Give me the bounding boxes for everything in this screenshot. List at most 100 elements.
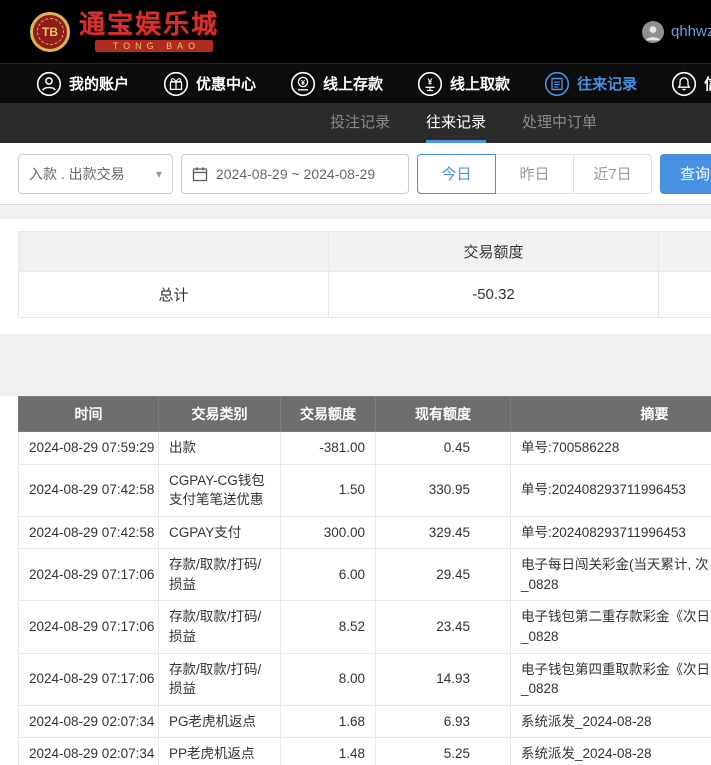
cell-type: CGPAY支付 — [159, 516, 281, 549]
transaction-type-value: 入款 . 出款交易 — [29, 164, 125, 184]
nav-item-gift[interactable]: 优惠中心 — [163, 71, 256, 97]
nav-item-records[interactable]: 往来记录 — [544, 71, 637, 97]
cell-balance: 23.45 — [376, 601, 511, 653]
column-header: 交易类别 — [159, 397, 281, 432]
cell-balance: 330.95 — [376, 464, 511, 516]
table-row: 2024-08-29 07:42:58CGPAY支付300.00329.45单号… — [19, 516, 711, 549]
main-nav: 我的账户 优惠中心 ¥ 线上存款 ¥ 线上取款 往来记录 信息 — [0, 63, 711, 103]
nav-item-label: 往来记录 — [577, 73, 637, 94]
table-header-row: 时间交易类别交易额度现有额度摘要 — [19, 397, 711, 432]
nav-item-withdraw[interactable]: ¥ 线上取款 — [417, 71, 510, 97]
column-header: 时间 — [19, 397, 159, 432]
cell-time: 2024-08-29 07:17:06 — [19, 549, 159, 601]
calendar-icon — [192, 166, 208, 182]
username: qhhwz — [671, 23, 711, 40]
records-table: 时间交易类别交易额度现有额度摘要 2024-08-29 07:59:29出款-3… — [18, 396, 711, 765]
table-row: 2024-08-29 07:42:58CGPAY-CG钱包支付笔笔送优惠1.50… — [19, 464, 711, 516]
table-row: 2024-08-29 07:17:06存款/取款/打码/损益8.5223.45电… — [19, 601, 711, 653]
cell-summary: 单号:202408293711996453 — [511, 516, 711, 549]
cell-balance: 0.45 — [376, 432, 511, 465]
cell-type: PG老虎机返点 — [159, 705, 281, 738]
nav-item-label: 线上取款 — [450, 73, 510, 94]
cell-type: 存款/取款/打码/损益 — [159, 601, 281, 653]
nav-item-label: 优惠中心 — [196, 73, 256, 94]
bell-icon — [671, 71, 697, 97]
summary-header-empty — [659, 232, 711, 272]
svg-text:¥: ¥ — [428, 76, 433, 86]
cell-amount: 8.00 — [281, 653, 376, 705]
table-body: 2024-08-29 07:59:29出款-381.000.45单号:70058… — [19, 432, 711, 765]
logo-text: 通宝娱乐城 TONG BAO — [79, 11, 219, 52]
table-row: 2024-08-29 02:07:34PP老虎机返点1.485.25系统派发_2… — [19, 738, 711, 765]
cell-time: 2024-08-29 02:07:34 — [19, 738, 159, 765]
tab-0[interactable]: 投注记录 — [330, 103, 390, 143]
nav-item-label: 我的账户 — [69, 73, 129, 94]
logo-chip-icon: TB — [30, 12, 70, 52]
transaction-type-select[interactable]: 入款 . 出款交易 ▾ — [18, 154, 173, 194]
cell-balance: 6.93 — [376, 705, 511, 738]
page: TB 通宝娱乐城 TONG BAO qhhwz 我的账户 优惠中心 ¥ 线上存款 ¥ 线上… — [0, 0, 711, 765]
quick-range-button-1[interactable]: 昨日 — [495, 154, 574, 194]
quick-range-button-2[interactable]: 近7日 — [573, 154, 652, 194]
user-menu[interactable]: qhhwz — [642, 0, 711, 63]
withdraw-icon: ¥ — [417, 71, 443, 97]
cell-amount: 6.00 — [281, 549, 376, 601]
summary-total-empty — [659, 272, 711, 318]
summary-header-empty — [19, 232, 329, 272]
cell-time: 2024-08-29 07:42:58 — [19, 464, 159, 516]
records-section: 时间交易类别交易额度现有额度摘要 2024-08-29 07:59:29出款-3… — [0, 396, 711, 765]
site-name: 通宝娱乐城 — [79, 11, 219, 37]
summary-title: 交易额度 — [329, 232, 659, 272]
chevron-down-icon: ▾ — [156, 167, 162, 181]
table-row: 2024-08-29 07:17:06存款/取款/打码/损益8.0014.93电… — [19, 653, 711, 705]
nav-item-deposit[interactable]: ¥ 线上存款 — [290, 71, 383, 97]
summary-table: 交易额度 总计 -50.32 — [18, 231, 711, 318]
cell-summary: 单号:202408293711996453 — [511, 464, 711, 516]
summary-section: 交易额度 总计 -50.32 — [0, 219, 711, 334]
cell-amount: 1.50 — [281, 464, 376, 516]
user-icon — [36, 71, 62, 97]
date-range-value: 2024-08-29 ~ 2024-08-29 — [216, 166, 375, 182]
cell-summary: 电子钱包第四重取款彩金《次日1 _0828 — [511, 653, 711, 705]
cell-amount: -381.00 — [281, 432, 376, 465]
cell-time: 2024-08-29 02:07:34 — [19, 705, 159, 738]
filter-bar: 入款 . 出款交易 ▾ 2024-08-29 ~ 2024-08-29 今日昨日… — [0, 143, 711, 205]
site-logo[interactable]: TB 通宝娱乐城 TONG BAO — [30, 11, 219, 52]
avatar-icon — [642, 21, 664, 43]
cell-balance: 14.93 — [376, 653, 511, 705]
cell-summary: 电子每日闯关彩金(当天累计, 次 _0828 — [511, 549, 711, 601]
nav-item-user[interactable]: 我的账户 — [36, 71, 129, 97]
cell-summary: 系统派发_2024-08-28 — [511, 738, 711, 765]
cell-amount: 1.48 — [281, 738, 376, 765]
cell-type: 存款/取款/打码/损益 — [159, 653, 281, 705]
nav-item-label: 信息 — [704, 73, 711, 94]
cell-type: 存款/取款/打码/损益 — [159, 549, 281, 601]
search-button[interactable]: 查询 — [660, 154, 711, 194]
cell-amount: 1.68 — [281, 705, 376, 738]
summary-total-value: -50.32 — [329, 272, 659, 318]
nav-item-label: 线上存款 — [323, 73, 383, 94]
cell-summary: 系统派发_2024-08-28 — [511, 705, 711, 738]
tab-2[interactable]: 处理中订单 — [522, 103, 597, 143]
column-header: 交易额度 — [281, 397, 376, 432]
table-row: 2024-08-29 07:59:29出款-381.000.45单号:70058… — [19, 432, 711, 465]
nav-item-bell[interactable]: 信息 — [671, 71, 711, 97]
site-name-en: TONG BAO — [95, 40, 213, 52]
cell-summary: 单号:700586228 — [511, 432, 711, 465]
tab-1[interactable]: 往来记录 — [426, 103, 486, 143]
cell-time: 2024-08-29 07:59:29 — [19, 432, 159, 465]
records-icon — [544, 71, 570, 97]
cell-amount: 300.00 — [281, 516, 376, 549]
cell-balance: 5.25 — [376, 738, 511, 765]
logo-badge: TB — [37, 18, 64, 45]
cell-time: 2024-08-29 07:17:06 — [19, 601, 159, 653]
date-range-input[interactable]: 2024-08-29 ~ 2024-08-29 — [181, 154, 409, 194]
cell-summary: 电子钱包第二重存款彩金《次日1 _0828 — [511, 601, 711, 653]
quick-range-button-0[interactable]: 今日 — [417, 154, 496, 194]
cell-type: PP老虎机返点 — [159, 738, 281, 765]
cell-amount: 8.52 — [281, 601, 376, 653]
summary-header-row: 交易额度 — [19, 232, 711, 272]
summary-total-row: 总计 -50.32 — [19, 272, 711, 318]
deposit-icon: ¥ — [290, 71, 316, 97]
table-row: 2024-08-29 02:07:34PG老虎机返点1.686.93系统派发_2… — [19, 705, 711, 738]
